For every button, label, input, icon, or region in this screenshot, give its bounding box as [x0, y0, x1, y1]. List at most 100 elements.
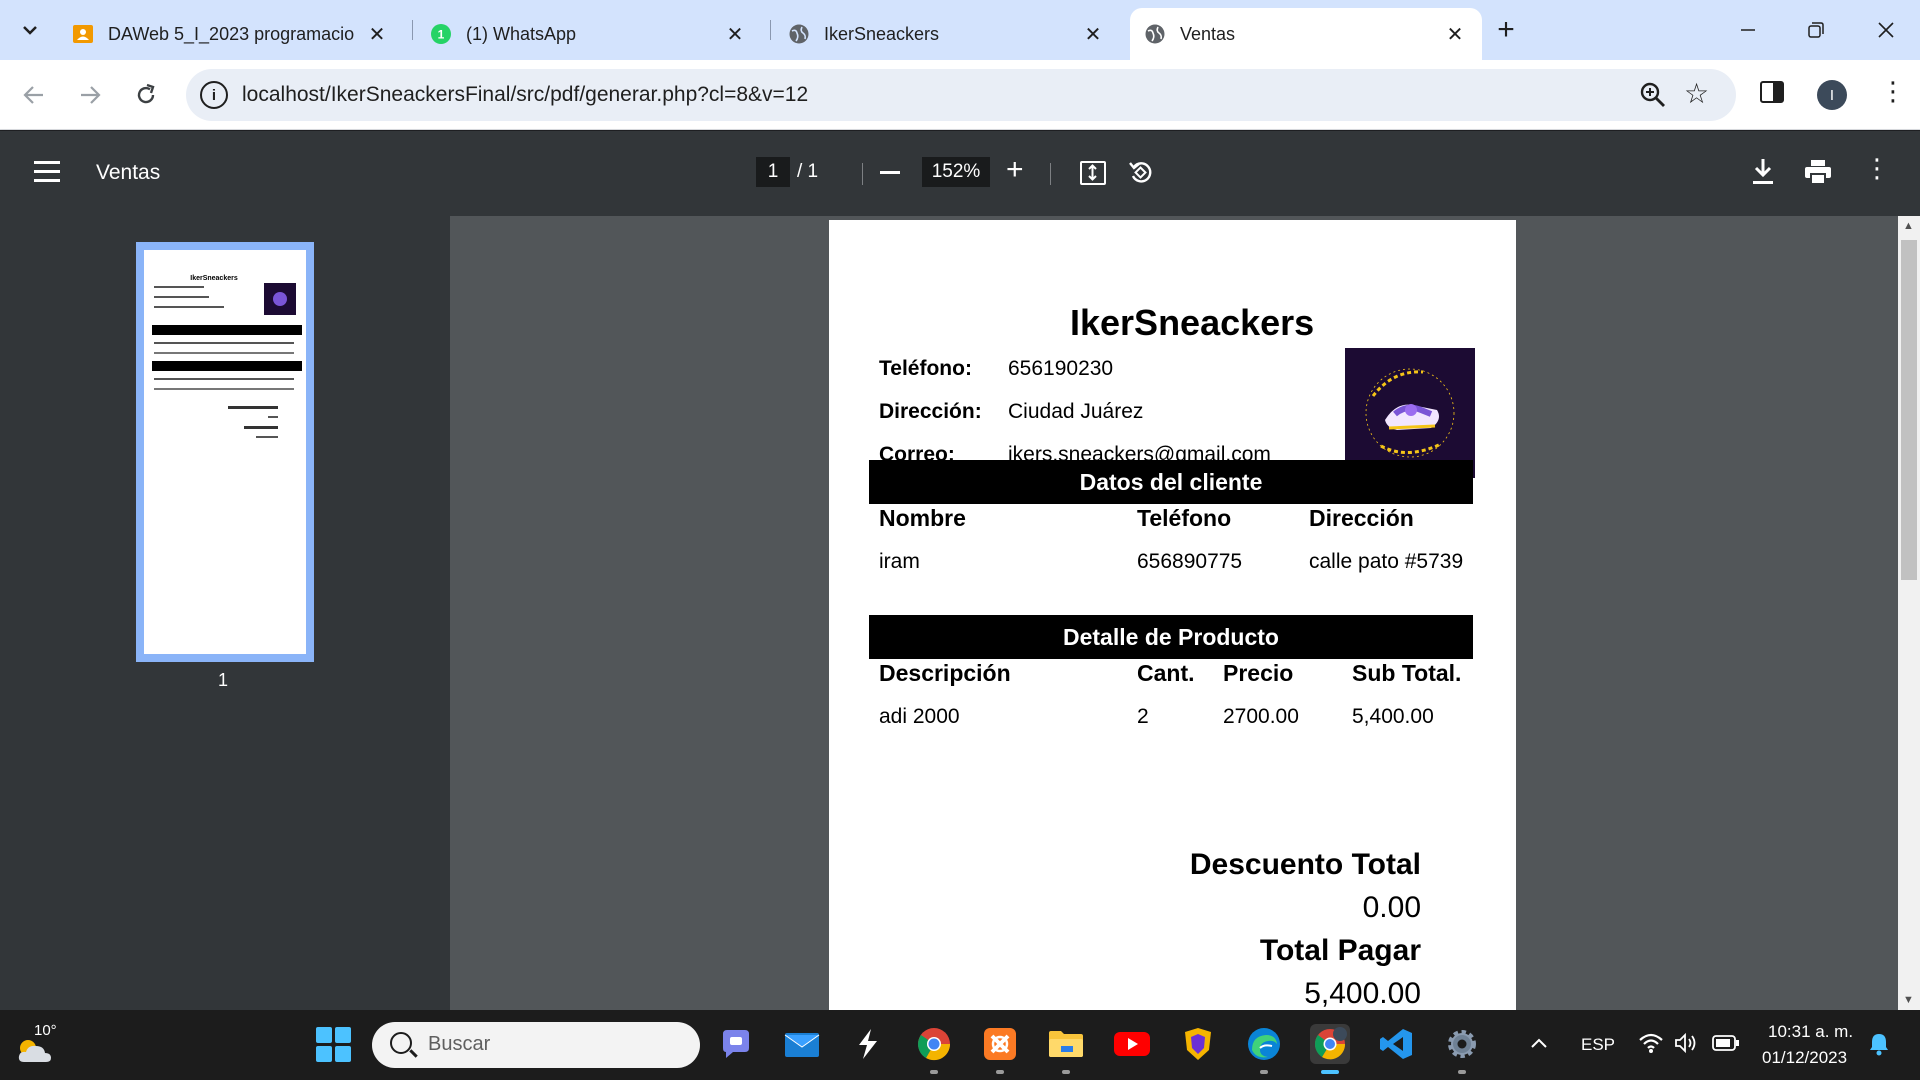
product-subtotal: 5,400.00	[1352, 705, 1434, 728]
client-address: calle pato #5739	[1309, 550, 1464, 573]
tab-title: IkerSneackers	[824, 23, 940, 44]
clock-time[interactable]: 10:31 a. m.	[1768, 1022, 1853, 1042]
url-text[interactable]: localhost/IkerSneackersFinal/src/pdf/gen…	[242, 83, 808, 107]
settings-gear-icon[interactable]	[1442, 1024, 1482, 1074]
thumbnail-preview: IkerSneackers	[152, 275, 302, 438]
rotate-icon[interactable]	[1128, 159, 1154, 185]
pdf-page: IkerSneackers Teléfono: 656190230 Direcc…	[829, 220, 1516, 1010]
forward-button[interactable]	[68, 73, 112, 117]
running-indicator	[1458, 1070, 1466, 1074]
download-icon[interactable]	[1750, 157, 1776, 187]
running-indicator	[1260, 1070, 1268, 1074]
thumbnail-label: 1	[218, 670, 229, 690]
language-indicator[interactable]: ESP	[1581, 1035, 1615, 1055]
reload-button[interactable]	[124, 73, 168, 117]
new-tab-button[interactable]: +	[1488, 12, 1524, 48]
zoom-out-button[interactable]	[880, 171, 900, 174]
brave-icon[interactable]	[1178, 1024, 1218, 1064]
wifi-icon[interactable]	[1638, 1032, 1664, 1059]
contact-label-address: Dirección:	[879, 400, 982, 423]
tab-whatsapp[interactable]: 1 (1) WhatsApp ✕	[416, 8, 762, 60]
vertical-scrollbar[interactable]: ▲ ▼	[1898, 216, 1920, 1010]
tab-search-button[interactable]	[10, 10, 50, 50]
client-name: iram	[879, 550, 920, 573]
discount-label: Descuento Total	[1189, 848, 1421, 881]
zoom-icon[interactable]	[1638, 80, 1668, 110]
product-quantity: 2	[1137, 705, 1149, 728]
hamburger-menu-icon[interactable]	[34, 161, 60, 183]
tab-daweb[interactable]: DAWeb 5_I_2023 programacio ✕	[58, 8, 404, 60]
page-number-input[interactable]: 1	[756, 157, 790, 187]
tab-ventas[interactable]: Ventas ✕	[1130, 8, 1482, 60]
more-options-icon[interactable]: ⋮	[1864, 155, 1890, 181]
scroll-down-icon[interactable]: ▼	[1903, 994, 1914, 1006]
zoom-in-button[interactable]: +	[1006, 153, 1024, 187]
taskbar-search[interactable]: Buscar	[372, 1022, 700, 1068]
address-bar[interactable]: i localhost/IkerSneackersFinal/src/pdf/g…	[186, 69, 1736, 121]
close-icon[interactable]: ✕	[1442, 21, 1468, 47]
fit-to-page-icon[interactable]	[1080, 161, 1106, 185]
bookmark-star-icon[interactable]: ☆	[1684, 77, 1709, 110]
product-header-quantity: Cant.	[1137, 660, 1195, 686]
dev-tool-icon[interactable]	[848, 1024, 888, 1064]
search-icon	[390, 1032, 412, 1054]
page-thumbnail[interactable]: IkerSneackers	[136, 242, 314, 662]
info-icon[interactable]: i	[200, 81, 228, 109]
whatsapp-badge: 1	[438, 28, 445, 42]
volume-icon[interactable]	[1674, 1032, 1700, 1059]
total-label: Total Pagar	[1259, 934, 1421, 967]
windows-start-icon[interactable]	[316, 1027, 352, 1063]
mail-icon[interactable]	[782, 1024, 822, 1064]
tab-title: DAWeb 5_I_2023 programacio	[108, 23, 355, 44]
browser-window: DAWeb 5_I_2023 programacio ✕ 1 (1) Whats…	[0, 0, 1920, 1080]
close-icon[interactable]: ✕	[364, 21, 390, 47]
taskbar: 10° Buscar ESP 10:31 a. m. 01/12/2023	[0, 1010, 1920, 1080]
tab-ikersneackers[interactable]: IkerSneackers ✕	[774, 8, 1120, 60]
notification-bell-icon[interactable]	[1868, 1032, 1890, 1061]
product-header-description: Descripción	[879, 660, 1011, 686]
xampp-icon[interactable]	[980, 1024, 1020, 1074]
teams-chat-icon[interactable]	[716, 1024, 756, 1064]
running-indicator	[1062, 1070, 1070, 1074]
side-panel-icon[interactable]	[1760, 81, 1784, 103]
back-button[interactable]	[12, 73, 56, 117]
zoom-level-input[interactable]: 152%	[922, 157, 990, 187]
weather-widget[interactable]: 10°	[14, 1022, 64, 1068]
show-hidden-icons-chevron[interactable]	[1530, 1034, 1548, 1054]
product-section-header: Detalle de Producto	[869, 615, 1473, 659]
avatar[interactable]: I	[1817, 80, 1847, 110]
close-icon[interactable]: ✕	[722, 21, 748, 47]
close-icon[interactable]: ✕	[1080, 21, 1106, 47]
clock-date[interactable]: 01/12/2023	[1762, 1048, 1847, 1068]
battery-icon[interactable]	[1712, 1034, 1740, 1057]
chrome-profile-icon[interactable]	[1310, 1024, 1350, 1074]
tab-title: Ventas	[1180, 23, 1236, 44]
product-price: 2700.00	[1223, 705, 1299, 728]
weather-temperature: 10°	[34, 1022, 57, 1039]
tab-strip: DAWeb 5_I_2023 programacio ✕ 1 (1) Whats…	[0, 0, 1920, 60]
vscode-icon[interactable]	[1376, 1024, 1416, 1064]
restore-button[interactable]	[1786, 8, 1846, 52]
search-placeholder: Buscar	[428, 1033, 491, 1055]
store-logo	[1345, 348, 1475, 478]
globe-icon	[1145, 24, 1165, 44]
print-icon[interactable]	[1804, 159, 1832, 185]
youtube-icon[interactable]	[1112, 1024, 1152, 1064]
scrollbar-thumb[interactable]	[1901, 240, 1917, 580]
close-window-button[interactable]	[1856, 8, 1916, 52]
reload-icon	[137, 83, 155, 104]
pdf-document-area[interactable]: IkerSneackers Teléfono: 656190230 Direcc…	[450, 216, 1898, 1010]
chrome-icon[interactable]	[914, 1024, 954, 1074]
total-value: 5,400.00	[1304, 977, 1421, 1010]
tab-separator	[770, 20, 771, 40]
pdf-title: Ventas	[96, 161, 161, 184]
scroll-up-icon[interactable]: ▲	[1903, 220, 1914, 232]
file-explorer-icon[interactable]	[1046, 1024, 1086, 1074]
client-section-header: Datos del cliente	[869, 460, 1473, 504]
whatsapp-icon: 1	[431, 24, 451, 44]
page-total: / 1	[797, 161, 819, 182]
browser-menu-icon[interactable]: ⋮	[1880, 78, 1906, 104]
minimize-button[interactable]	[1718, 8, 1778, 52]
edge-icon[interactable]	[1244, 1024, 1284, 1074]
chevron-down-icon	[23, 26, 37, 35]
